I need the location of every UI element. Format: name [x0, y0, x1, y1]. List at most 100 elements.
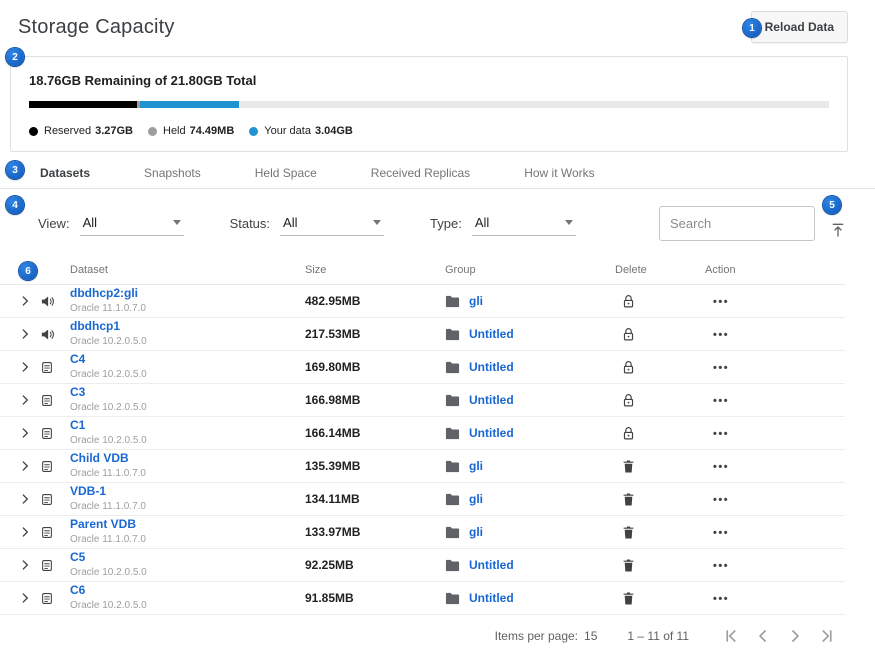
lock-icon: [615, 294, 705, 309]
expand-chevron-icon[interactable]: [12, 591, 40, 605]
row-actions-button[interactable]: •••: [705, 391, 845, 409]
dataset-name-link[interactable]: dbdhcp1: [70, 320, 120, 334]
dataset-name-link[interactable]: C1: [70, 419, 85, 433]
callout-badge-3: 3: [6, 161, 24, 179]
dataset-name-link[interactable]: C4: [70, 353, 85, 367]
expand-chevron-icon[interactable]: [12, 459, 40, 473]
status-filter: Status: All: [230, 211, 384, 236]
delete-trash-icon[interactable]: [615, 492, 705, 507]
dataset-version: Oracle 10.2.0.5.0: [70, 567, 305, 579]
reserved-dot-icon: [29, 127, 38, 136]
last-page-icon[interactable]: [815, 624, 839, 648]
dataset-size: 91.85MB: [305, 591, 445, 605]
tab-how-it-works[interactable]: How it Works: [524, 166, 594, 180]
capacity-bar-yourdata-segment: [140, 101, 239, 108]
folder-icon: [445, 295, 460, 308]
dataset-version: Oracle 11.1.0.7.0: [70, 303, 305, 315]
dataset-name-link[interactable]: C5: [70, 551, 85, 565]
dataset-version: Oracle 10.2.0.5.0: [70, 600, 305, 612]
column-header-action: Action: [705, 264, 845, 276]
first-page-icon[interactable]: [719, 624, 743, 648]
dataset-size: 134.11MB: [305, 492, 445, 506]
group-link[interactable]: Untitled: [469, 426, 514, 440]
row-actions-button[interactable]: •••: [705, 358, 845, 376]
delete-trash-icon[interactable]: [615, 591, 705, 606]
dataset-name-link[interactable]: VDB-1: [70, 485, 106, 499]
expand-chevron-icon[interactable]: [12, 360, 40, 374]
lock-icon: [615, 393, 705, 408]
group-link[interactable]: Untitled: [469, 327, 514, 341]
tab-datasets[interactable]: Datasets: [40, 166, 90, 180]
lock-icon: [615, 426, 705, 441]
chevron-down-icon: [173, 220, 181, 225]
row-actions-button[interactable]: •••: [705, 457, 845, 475]
group-link[interactable]: Untitled: [469, 558, 514, 572]
folder-icon: [445, 394, 460, 407]
lock-icon: [615, 327, 705, 342]
row-actions-button[interactable]: •••: [705, 556, 845, 574]
expand-chevron-icon[interactable]: [12, 393, 40, 407]
group-link[interactable]: Untitled: [469, 591, 514, 605]
table-header-row: Dataset Size Group Delete Action: [0, 255, 845, 285]
group-link[interactable]: Untitled: [469, 393, 514, 407]
table-row: C4 Oracle 10.2.0.5.0169.80MB Untitled •••: [0, 351, 845, 384]
table-row: dbdhcp1Oracle 10.2.0.5.0217.53MBUntitled…: [0, 318, 845, 351]
legend-your-data: Your data 3.04GB: [249, 125, 353, 137]
folder-icon: [445, 526, 460, 539]
dataset-name-link[interactable]: dbdhcp2:gli: [70, 287, 138, 301]
folder-icon: [445, 328, 460, 341]
delete-trash-icon[interactable]: [615, 525, 705, 540]
dataset-size: 133.97MB: [305, 525, 445, 539]
status-filter-select[interactable]: All: [280, 211, 384, 236]
dataset-name-link[interactable]: C6: [70, 584, 85, 598]
table-row: C3Oracle 10.2.0.5.0166.98MBUntitled•••: [0, 384, 845, 417]
delete-trash-icon[interactable]: [615, 558, 705, 573]
storage-capacity-page: Storage Capacity Reload Data 18.76GB Rem…: [0, 0, 875, 656]
type-filter-select[interactable]: All: [472, 211, 576, 236]
callout-badge-6: 6: [19, 262, 37, 280]
expand-chevron-icon[interactable]: [12, 492, 40, 506]
group-link[interactable]: gli: [469, 459, 483, 473]
table-row: VDB-1Oracle 11.1.0.7.0134.11MBgli•••: [0, 483, 845, 516]
items-per-page[interactable]: Items per page: 15: [495, 629, 598, 643]
row-actions-button[interactable]: •••: [705, 589, 845, 607]
row-actions-button[interactable]: •••: [705, 292, 845, 310]
dataset-size: 217.53MB: [305, 327, 445, 341]
tab-held-space[interactable]: Held Space: [255, 166, 317, 180]
view-filter: View: All: [38, 211, 184, 236]
expand-chevron-icon[interactable]: [12, 426, 40, 440]
expand-chevron-icon[interactable]: [12, 294, 40, 308]
expand-chevron-icon[interactable]: [12, 327, 40, 341]
group-link[interactable]: Untitled: [469, 360, 514, 374]
row-actions-button[interactable]: •••: [705, 523, 845, 541]
group-link[interactable]: gli: [469, 525, 483, 539]
dataset-version: Oracle 11.1.0.7.0: [70, 468, 305, 480]
expand-chevron-icon[interactable]: [12, 558, 40, 572]
expand-chevron-icon[interactable]: [12, 525, 40, 539]
status-filter-label: Status:: [230, 216, 270, 231]
group-link[interactable]: gli: [469, 492, 483, 506]
group-link[interactable]: gli: [469, 294, 483, 308]
dataset-size: 92.25MB: [305, 558, 445, 572]
tab-received-replicas[interactable]: Received Replicas: [371, 166, 470, 180]
previous-page-icon[interactable]: [751, 624, 775, 648]
row-actions-button[interactable]: •••: [705, 490, 845, 508]
legend-label: Held: [163, 125, 186, 137]
dataset-name-link[interactable]: Parent VDB: [70, 518, 136, 532]
reload-data-button[interactable]: Reload Data: [751, 11, 848, 43]
row-actions-button[interactable]: •••: [705, 424, 845, 442]
search-input[interactable]: [659, 206, 815, 241]
dataset-name-link[interactable]: Child VDB: [70, 452, 129, 466]
dataset-version: Oracle 10.2.0.5.0: [70, 369, 305, 381]
dataset-size: 169.80MB: [305, 360, 445, 374]
row-actions-button[interactable]: •••: [705, 325, 845, 343]
delete-trash-icon[interactable]: [615, 459, 705, 474]
view-filter-value: All: [83, 215, 97, 230]
callout-badge-5: 5: [823, 196, 841, 214]
legend-value: 74.49MB: [190, 125, 235, 137]
view-filter-select[interactable]: All: [80, 211, 184, 236]
dataset-name-link[interactable]: C3: [70, 386, 85, 400]
export-icon[interactable]: [828, 220, 848, 243]
tab-snapshots[interactable]: Snapshots: [144, 166, 201, 180]
next-page-icon[interactable]: [783, 624, 807, 648]
